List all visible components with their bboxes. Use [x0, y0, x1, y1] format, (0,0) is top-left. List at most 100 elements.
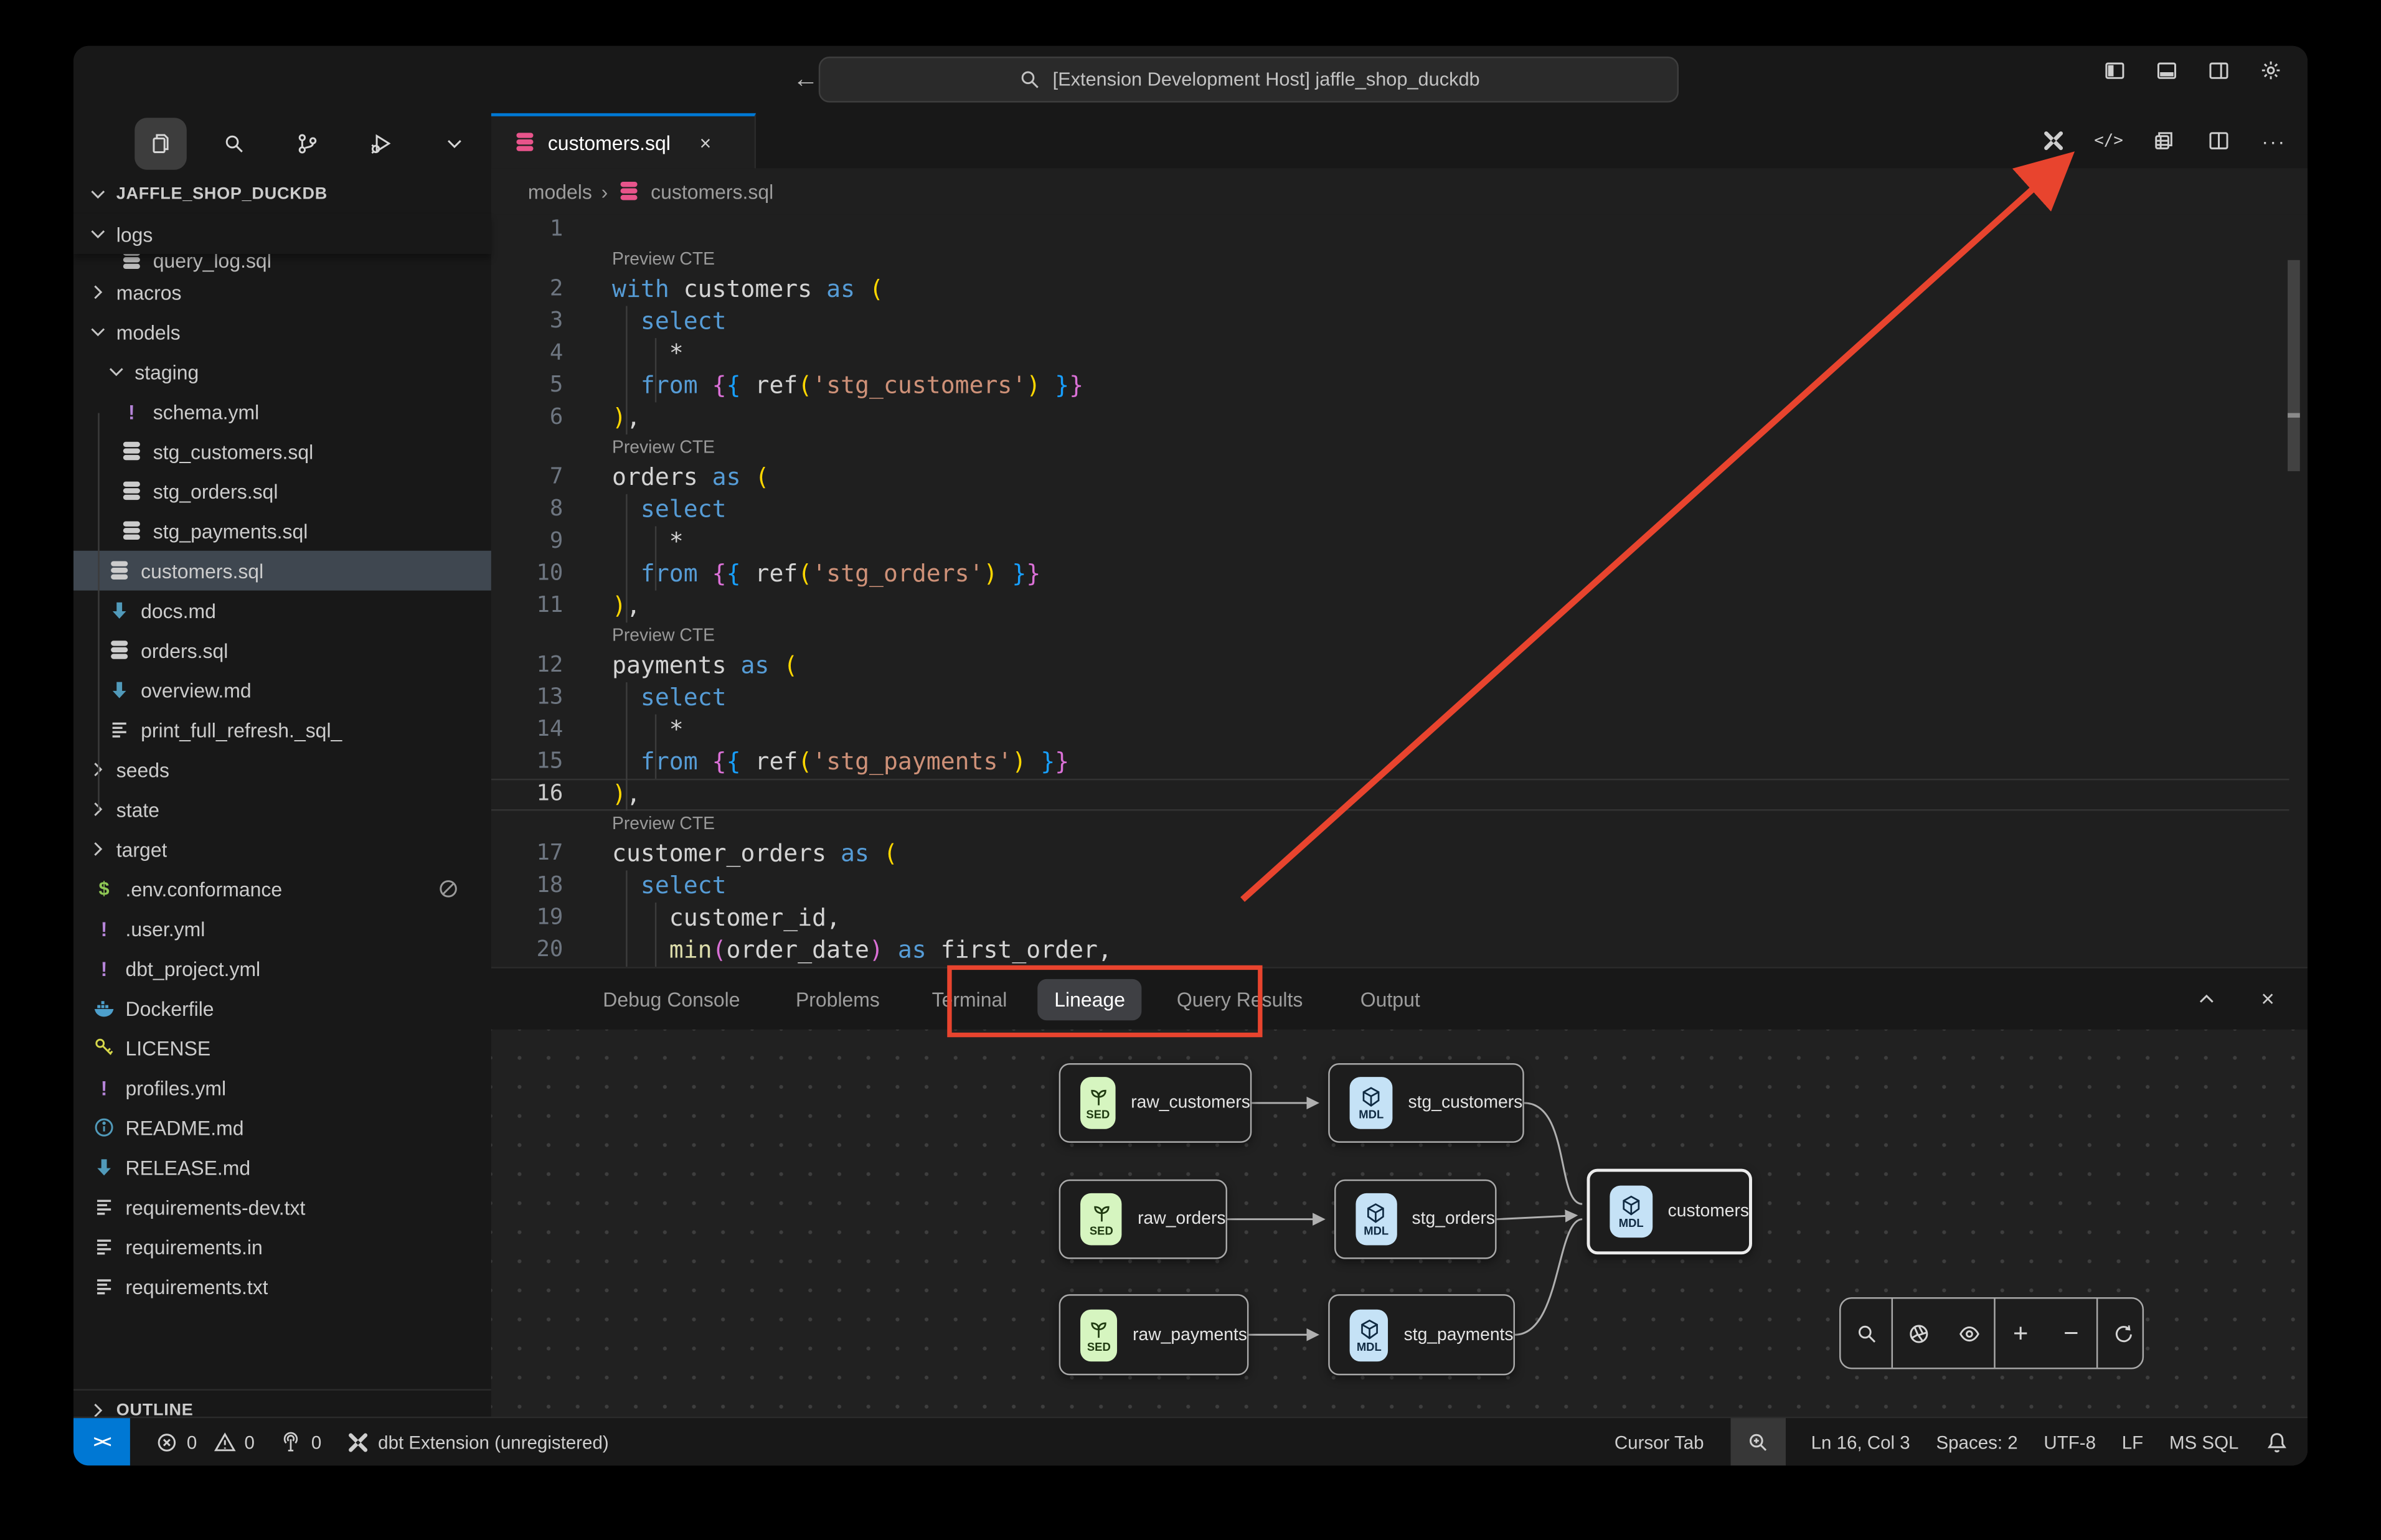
activity-run-debug[interactable]	[355, 118, 407, 170]
tree-item-docs-md[interactable]: docs.md	[73, 591, 491, 631]
ellipsis-icon[interactable]: ···	[2256, 123, 2293, 159]
plus-button[interactable]: +	[1996, 1300, 2046, 1366]
tree-item-user-yml[interactable]: !.user.yml	[73, 909, 491, 949]
status-item-cursor-tab[interactable]: Cursor Tab	[1615, 1431, 1704, 1452]
tree-item-requirements-txt[interactable]: requirements.txt	[73, 1267, 491, 1307]
panel-tab-query-results[interactable]: Query Results	[1177, 969, 1303, 1030]
activity-more-views[interactable]	[428, 118, 481, 170]
tree-item-stg-customers-sql[interactable]: stg_customers.sql	[73, 431, 491, 471]
breadcrumb[interactable]: models›customers.sql	[491, 168, 2308, 214]
tree-item-dbt-project-yml[interactable]: !dbt_project.yml	[73, 949, 491, 988]
codelens-preview-cte[interactable]: Preview CTE	[612, 246, 715, 274]
activity-explorer[interactable]	[134, 118, 187, 170]
tree-item-stg-orders-sql[interactable]: stg_orders.sql	[73, 471, 491, 511]
status-item-language-mode[interactable]: MS SQL	[2169, 1431, 2238, 1452]
eye-button[interactable]	[1943, 1300, 1994, 1366]
lineage-node-raw_payments[interactable]: SEDraw_payments	[1059, 1294, 1249, 1375]
tree-item-dockerfile[interactable]: Dockerfile	[73, 988, 491, 1028]
status-item-dbt-extension[interactable]: dbt Extension (unregistered)	[346, 1430, 609, 1454]
codelens-preview-cte[interactable]: Preview CTE	[612, 811, 715, 838]
tree-item-readme-md[interactable]: README.md	[73, 1107, 491, 1147]
tree-item-query-log-sql[interactable]: query_log.sql	[73, 254, 491, 272]
code-editor[interactable]: 1Preview CTE2with customers as (3 select…	[491, 214, 2308, 967]
activity-source-control[interactable]	[281, 118, 334, 170]
tree-item-target[interactable]: target	[73, 829, 491, 869]
status-item-ports[interactable]: 0	[279, 1430, 321, 1454]
table-report-icon[interactable]	[2146, 123, 2182, 159]
status-item-encoding[interactable]: UTF-8	[2044, 1431, 2096, 1452]
tree-item-logs[interactable]: logs	[73, 214, 491, 254]
explorer-section-header[interactable]: JAFFLE_SHOP_DUCKDB	[73, 174, 491, 214]
tab-customers-sql[interactable]: customers.sql ×	[491, 113, 756, 168]
lineage-node-stg_customers[interactable]: MDLstg_customers	[1328, 1063, 1524, 1143]
tree-item-macros[interactable]: macros	[73, 272, 491, 312]
cube-icon	[1364, 1201, 1389, 1225]
search-button[interactable]	[1841, 1300, 1891, 1366]
remote-indicator[interactable]: ><	[73, 1418, 130, 1465]
tree-item-clipped[interactable]: query_log.sql	[73, 254, 491, 272]
tree-item-requirements-in[interactable]: requirements.in	[73, 1227, 491, 1267]
command-center[interactable]: [Extension Development Host] jaffle_shop…	[819, 57, 1679, 103]
tree-item-models[interactable]: models	[73, 312, 491, 352]
editor-scrollbar[interactable]	[2288, 260, 2300, 471]
layout-panel-icon[interactable]	[2148, 52, 2185, 89]
split-editor-icon[interactable]	[2200, 123, 2237, 159]
token: )	[612, 780, 626, 807]
panel-tab-terminal[interactable]: Terminal	[932, 969, 1007, 1030]
tree-item-seeds[interactable]: seeds	[73, 749, 491, 789]
code-indent-guide	[626, 682, 627, 810]
lineage-node-stg_orders[interactable]: MDLstg_orders	[1334, 1180, 1497, 1259]
tree-item-env-conformance[interactable]: $.env.conformance	[73, 869, 491, 909]
panel-tab-debug-console[interactable]: Debug Console	[603, 969, 740, 1030]
tree-item-orders-sql[interactable]: orders.sql	[73, 631, 491, 670]
panel-tab-lineage[interactable]: Lineage	[1037, 969, 1142, 1030]
status-item-cursor-position[interactable]: Ln 16, Col 3	[1811, 1431, 1910, 1452]
lineage-node-stg_payments[interactable]: MDLstg_payments	[1328, 1294, 1515, 1375]
gear-icon[interactable]	[2253, 52, 2289, 89]
dbt-icon	[346, 1430, 370, 1454]
tree-item-staging[interactable]: staging	[73, 352, 491, 392]
panel-tab-problems[interactable]: Problems	[796, 969, 880, 1030]
line-number: 19	[491, 903, 563, 935]
tree-item-print-full-refresh-sql[interactable]: print_full_refresh._sql_	[73, 710, 491, 749]
layout-sidebar-left-icon[interactable]	[2096, 52, 2133, 89]
dbt-icon[interactable]	[2035, 123, 2072, 159]
minus-button[interactable]: −	[2046, 1300, 2096, 1366]
history-back-icon[interactable]: ←	[793, 64, 819, 95]
status-item-zoom-indicator[interactable]	[1730, 1418, 1785, 1465]
chevron-up-icon[interactable]	[2188, 980, 2225, 1017]
lineage-node-raw_orders[interactable]: SEDraw_orders	[1059, 1180, 1227, 1259]
status-item-indentation[interactable]: Spaces: 2	[1936, 1431, 2017, 1452]
tree-item-profiles-yml[interactable]: !profiles.yml	[73, 1068, 491, 1107]
tree-item-license[interactable]: LICENSE	[73, 1028, 491, 1068]
token: 'stg_orders'	[812, 560, 983, 587]
code-icon[interactable]: </>	[2090, 123, 2127, 159]
codelens-preview-cte[interactable]: Preview CTE	[612, 434, 715, 462]
status-item-eol[interactable]: LF	[2122, 1431, 2143, 1452]
refresh-button[interactable]	[2098, 1300, 2148, 1366]
lineage-canvas[interactable]: SEDraw_customers MDLstg_customers SEDraw_o…	[491, 1030, 2308, 1464]
layout-sidebar-right-icon[interactable]	[2200, 52, 2237, 89]
activity-search[interactable]	[208, 118, 260, 170]
status-item-text: 0	[244, 1431, 254, 1452]
status-item-problems[interactable]: 00	[154, 1430, 255, 1454]
aperture-button[interactable]	[1893, 1300, 1943, 1366]
tree-item-state[interactable]: state	[73, 789, 491, 829]
close-tab-icon[interactable]: ×	[700, 131, 712, 154]
token: ref	[755, 748, 798, 776]
tree-item-schema-yml[interactable]: !schema.yml	[73, 392, 491, 431]
tree-item-requirements-dev-txt[interactable]: requirements-dev.txt	[73, 1187, 491, 1227]
tree-item-overview-md[interactable]: overview.md	[73, 670, 491, 710]
md-arrow-icon	[107, 678, 131, 702]
status-item-notifications[interactable]	[2265, 1430, 2289, 1454]
lineage-node-customers[interactable]: MDLcustomers	[1587, 1169, 1752, 1255]
codelens-preview-cte[interactable]: Preview CTE	[612, 622, 715, 650]
tree-item-customers-sql[interactable]: customers.sql	[73, 551, 491, 591]
lineage-node-raw_customers[interactable]: SEDraw_customers	[1059, 1063, 1252, 1143]
panel-tab-output[interactable]: Output	[1360, 969, 1420, 1030]
breadcrumb-item[interactable]: customers.sql	[651, 180, 773, 203]
breadcrumb-item[interactable]: models	[528, 180, 592, 203]
close-icon[interactable]: ×	[2250, 980, 2286, 1017]
tree-item-release-md[interactable]: RELEASE.md	[73, 1147, 491, 1187]
tree-item-stg-payments-sql[interactable]: stg_payments.sql	[73, 511, 491, 551]
